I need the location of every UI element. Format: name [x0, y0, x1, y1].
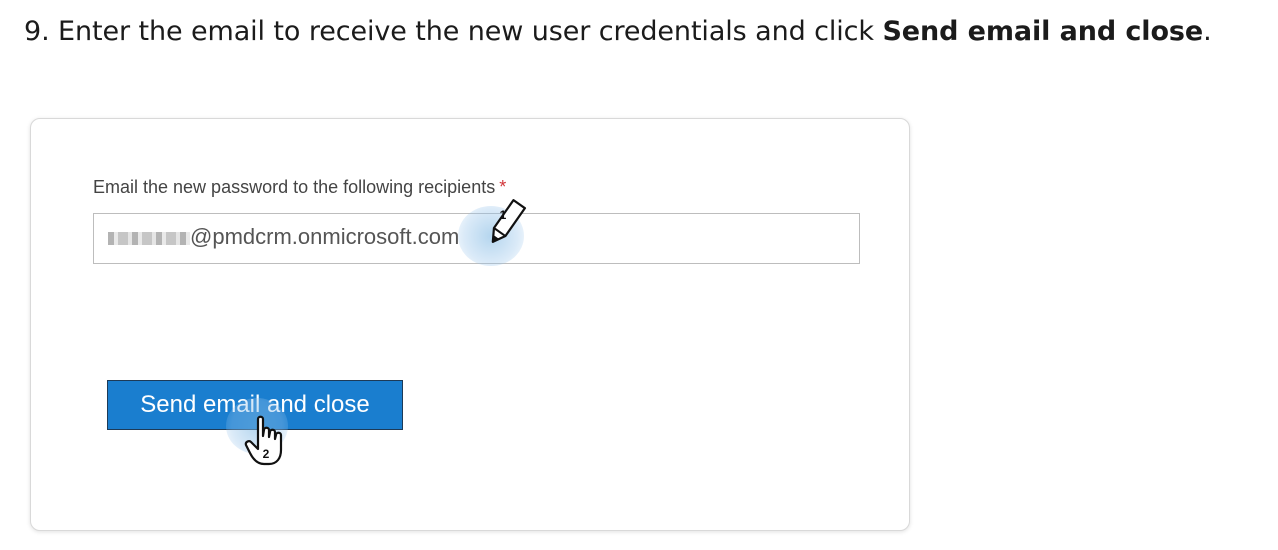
instruction-text: 9. Enter the email to receive the new us… [24, 16, 1212, 47]
instruction-prefix: 9. Enter the email to receive the new us… [24, 16, 883, 47]
email-field-label-text: Email the new password to the following … [93, 177, 496, 197]
send-email-and-close-button[interactable]: Send email and close [107, 380, 403, 430]
email-field-label: Email the new password to the following … [93, 177, 506, 198]
redacted-email-prefix [108, 232, 190, 245]
recipient-email-value: @pmdcrm.onmicrosoft.com [190, 224, 460, 249]
email-dialog: Email the new password to the following … [30, 118, 910, 531]
required-asterisk: * [499, 177, 507, 197]
recipient-email-input[interactable]: @pmdcrm.onmicrosoft.com [93, 213, 860, 264]
instruction-bold: Send email and close [882, 16, 1204, 47]
instruction-suffix: . [1203, 16, 1212, 47]
